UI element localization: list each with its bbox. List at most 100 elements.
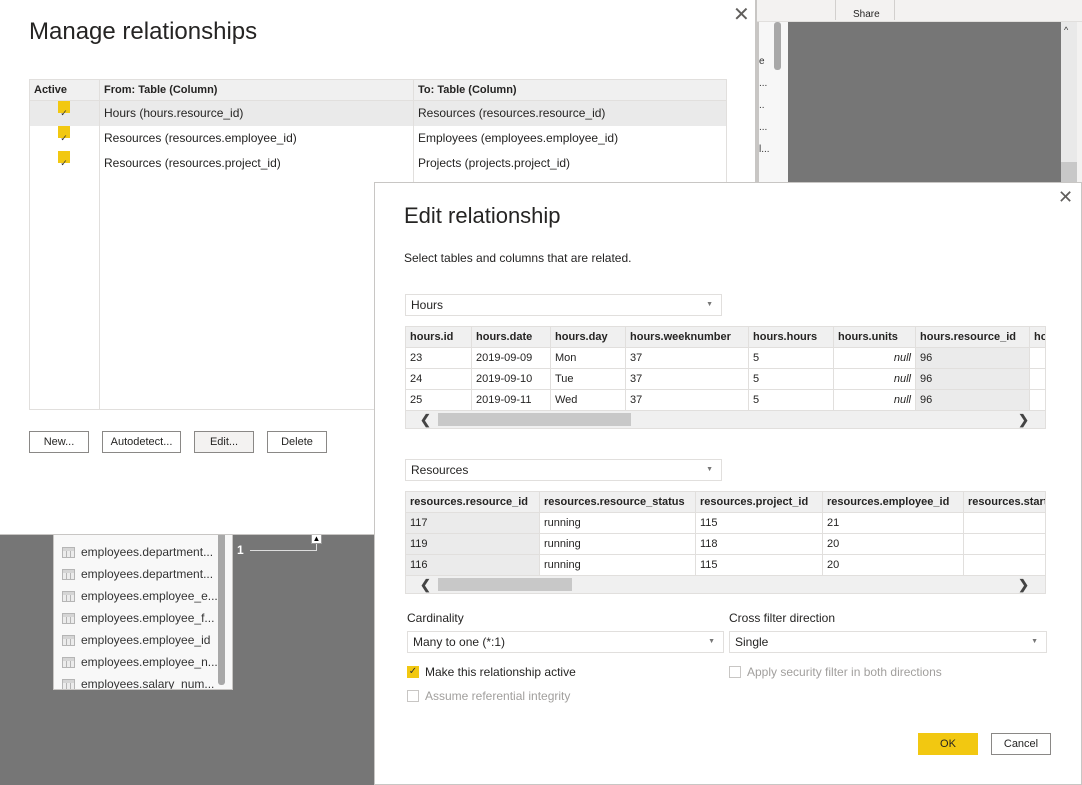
fields-pane-scrollbar[interactable]: [774, 22, 781, 70]
referential-integrity-checkbox[interactable]: Assume referential integrity: [407, 689, 570, 703]
grid-cell[interactable]: [964, 534, 1045, 555]
grid-cell[interactable]: [964, 555, 1045, 576]
grid-cell[interactable]: 115: [696, 513, 823, 534]
cardinality-select[interactable]: Many to one (*:1) ▼: [407, 631, 724, 653]
cancel-button[interactable]: Cancel: [991, 733, 1051, 755]
autodetect-button[interactable]: Autodetect...: [102, 431, 181, 453]
table1-select[interactable]: Hours ▼: [405, 294, 722, 316]
field-item[interactable]: employees.employee_id: [62, 629, 210, 651]
grid-cell[interactable]: 20: [823, 555, 964, 576]
table-row[interactable]: ✓ Resources (resources.project_id) Proje…: [30, 151, 726, 176]
column-header[interactable]: hours.weeknumber: [626, 327, 749, 348]
dialog-subtitle: Select tables and columns that are relat…: [404, 251, 632, 265]
grid-cell[interactable]: 37: [626, 369, 749, 390]
edit-button[interactable]: Edit...: [194, 431, 254, 453]
column-header[interactable]: hours.date: [472, 327, 551, 348]
column-header[interactable]: resources.project_id: [696, 492, 823, 513]
security-filter-checkbox[interactable]: Apply security filter in both directions: [729, 665, 942, 679]
horizontal-scrollbar[interactable]: ❮ ❯: [406, 411, 1045, 428]
close-icon[interactable]: ✕: [733, 5, 750, 25]
scrollbar-thumb[interactable]: [1061, 162, 1077, 182]
grid-cell[interactable]: 118: [696, 534, 823, 555]
grid-cell[interactable]: Wed: [551, 390, 626, 411]
grid-cell[interactable]: 2019-09-09: [472, 348, 551, 369]
grid-cell[interactable]: running: [540, 534, 696, 555]
relationship-line[interactable]: [250, 550, 316, 551]
horizontal-scrollbar[interactable]: ❮ ❯: [406, 576, 1045, 593]
active-checkbox[interactable]: ✓: [58, 126, 70, 143]
grid-cell[interactable]: 96: [916, 348, 1030, 369]
scrollbar-thumb[interactable]: [438, 413, 631, 426]
table-row[interactable]: ✓ Hours (hours.resource_id) Resources (r…: [30, 101, 726, 126]
column-header[interactable]: resources.resource_status: [540, 492, 696, 513]
share-button[interactable]: Share: [853, 9, 880, 20]
column-header[interactable]: resources.resource_id: [406, 492, 540, 513]
chevron-left-icon[interactable]: ❮: [420, 576, 431, 593]
grid-cell[interactable]: [964, 513, 1045, 534]
field-item[interactable]: employees.department...: [62, 563, 213, 585]
column-header[interactable]: hours.day: [551, 327, 626, 348]
grid-cell[interactable]: 96: [916, 369, 1030, 390]
chevron-right-icon[interactable]: ❯: [1018, 411, 1029, 428]
grid-cell[interactable]: 2019-09-10: [472, 369, 551, 390]
field-item[interactable]: employees.salary_num...: [62, 673, 214, 689]
field-item[interactable]: employees.employee_f...: [62, 607, 214, 629]
column-header[interactable]: resources.employee_id: [823, 492, 964, 513]
grid-cell[interactable]: 117: [406, 513, 540, 534]
table1-preview-grid[interactable]: hours.id hours.date hours.day hours.weeknum…: [405, 326, 1046, 429]
grid-cell[interactable]: 24: [406, 369, 472, 390]
active-checkbox[interactable]: ✓: [58, 151, 70, 168]
grid-cell[interactable]: [1030, 348, 1045, 369]
grid-cell[interactable]: 21: [823, 513, 964, 534]
grid-cell[interactable]: Tue: [551, 369, 626, 390]
scrollbar-thumb[interactable]: [438, 578, 572, 591]
grid-cell[interactable]: null: [834, 348, 916, 369]
column-header[interactable]: hours.hours: [749, 327, 834, 348]
grid-cell[interactable]: [1030, 369, 1045, 390]
cross-filter-select[interactable]: Single ▼: [729, 631, 1047, 653]
grid-cell[interactable]: running: [540, 555, 696, 576]
table-row[interactable]: ✓ Resources (resources.employee_id) Empl…: [30, 126, 726, 151]
grid-cell[interactable]: null: [834, 369, 916, 390]
active-checkbox[interactable]: ✓: [58, 101, 70, 118]
close-icon[interactable]: ✕: [1058, 188, 1073, 206]
field-item[interactable]: employees.department...: [62, 541, 213, 563]
column-header[interactable]: ho: [1030, 327, 1045, 348]
table2-select[interactable]: Resources ▼: [405, 459, 722, 481]
grid-cell[interactable]: 23: [406, 348, 472, 369]
grid-cell[interactable]: null: [834, 390, 916, 411]
grid-cell[interactable]: Mon: [551, 348, 626, 369]
grid-cell[interactable]: 119: [406, 534, 540, 555]
grid-cell[interactable]: 25: [406, 390, 472, 411]
canvas-scrollbar[interactable]: ^: [1061, 22, 1077, 182]
relationship-line[interactable]: [316, 543, 317, 551]
employees-table-card[interactable]: employees.department... employees.depart…: [53, 534, 233, 690]
column-header[interactable]: hours.id: [406, 327, 472, 348]
grid-cell[interactable]: 5: [749, 369, 834, 390]
grid-cell[interactable]: running: [540, 513, 696, 534]
grid-cell[interactable]: [1030, 390, 1045, 411]
grid-cell[interactable]: 115: [696, 555, 823, 576]
make-active-checkbox[interactable]: ✓ Make this relationship active: [407, 665, 576, 679]
grid-cell[interactable]: 2019-09-11: [472, 390, 551, 411]
grid-cell[interactable]: 116: [406, 555, 540, 576]
grid-cell[interactable]: 5: [749, 390, 834, 411]
grid-cell[interactable]: 96: [916, 390, 1030, 411]
ok-button[interactable]: OK: [918, 733, 978, 755]
column-header[interactable]: resources.start_: [964, 492, 1045, 513]
grid-cell[interactable]: 37: [626, 390, 749, 411]
field-item[interactable]: employees.employee_n...: [62, 651, 218, 673]
column-header[interactable]: hours.units: [834, 327, 916, 348]
new-button[interactable]: New...: [29, 431, 89, 453]
card-scrollbar[interactable]: [218, 535, 225, 685]
column-header[interactable]: hours.resource_id: [916, 327, 1030, 348]
grid-cell[interactable]: 20: [823, 534, 964, 555]
grid-cell[interactable]: 5: [749, 348, 834, 369]
chevron-up-icon[interactable]: ^: [1064, 25, 1068, 35]
delete-button[interactable]: Delete: [267, 431, 327, 453]
chevron-left-icon[interactable]: ❮: [420, 411, 431, 428]
grid-cell[interactable]: 37: [626, 348, 749, 369]
field-item[interactable]: employees.employee_e...: [62, 585, 218, 607]
chevron-right-icon[interactable]: ❯: [1018, 576, 1029, 593]
table2-preview-grid[interactable]: resources.resource_id resources.resource_…: [405, 491, 1046, 594]
